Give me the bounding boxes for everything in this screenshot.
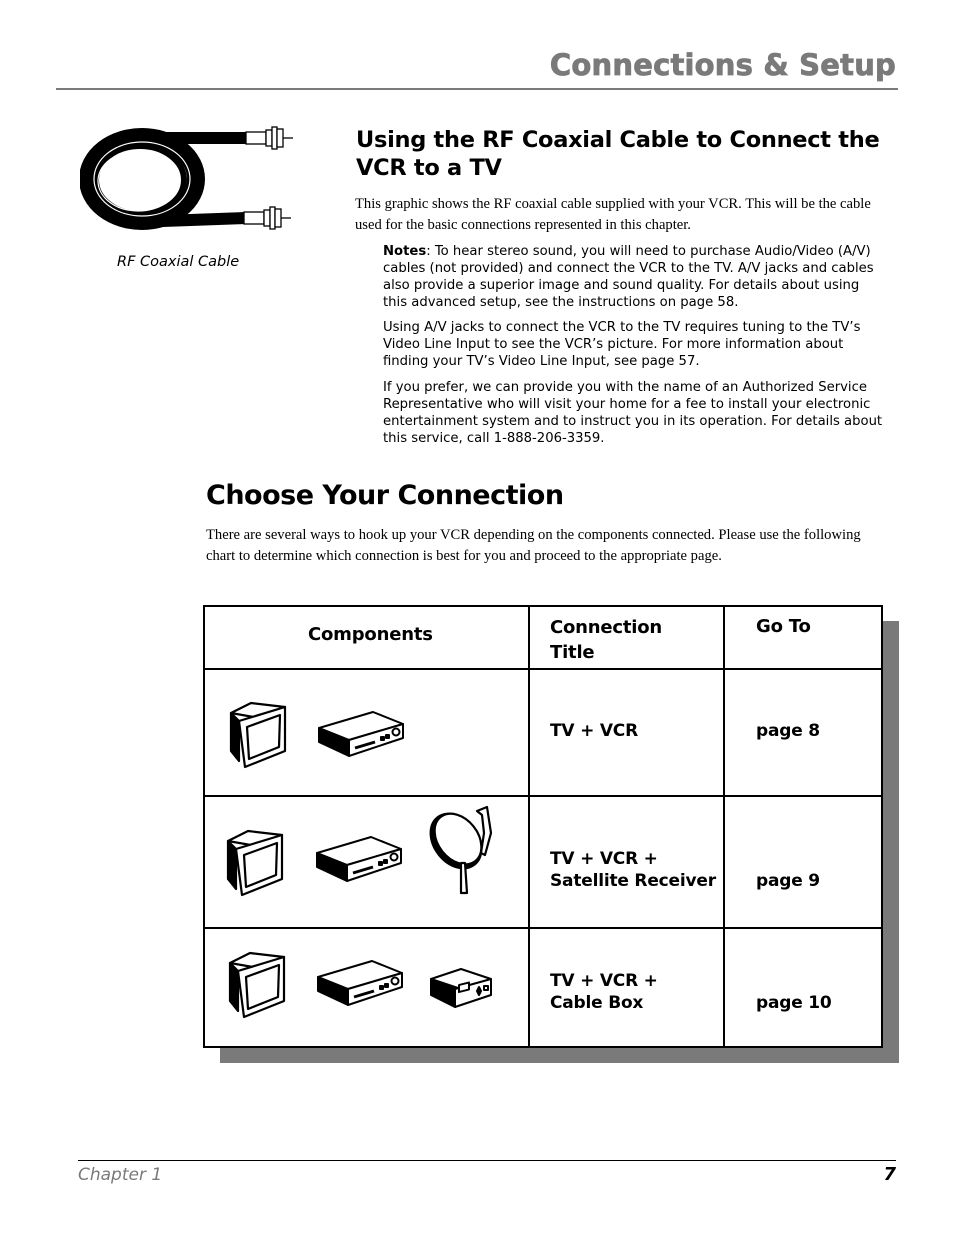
tv-icon [226, 829, 284, 897]
header-line: Title [550, 642, 595, 663]
vcr-icon [317, 960, 403, 1006]
note-video-line-input: Using A/V jacks to connect the VCR to th… [383, 320, 861, 369]
note-authorized-service: If you prefer, we can provide you with t… [383, 380, 883, 446]
vcr-icon [318, 711, 404, 757]
column-divider [723, 607, 725, 1046]
connection-title: TV + VCR + Satellite Receiver [550, 848, 716, 892]
cable-caption: RF Coaxial Cable [117, 254, 240, 270]
vcr-icon [316, 836, 402, 882]
coaxial-cable-icon [80, 126, 293, 230]
column-header-components: Components [308, 624, 433, 645]
column-header-go-to: Go To [756, 616, 811, 637]
section-heading-choose-connection: Choose Your Connection [206, 480, 564, 511]
choose-intro-paragraph: There are several ways to hook up your V… [206, 527, 861, 564]
header-row-divider [205, 668, 881, 670]
go-to-page-link[interactable]: page 10 [756, 992, 832, 1014]
header-line: Connection [550, 617, 663, 638]
title-line: TV + VCR + [550, 849, 658, 869]
title-line: Satellite Receiver [550, 871, 716, 891]
row-divider [205, 927, 881, 929]
satellite-dish-icon [429, 805, 493, 895]
notes-label: Notes [383, 244, 427, 259]
rf-intro-paragraph: This graphic shows the RF coaxial cable … [355, 196, 871, 233]
title-line: TV + VCR + [550, 971, 658, 991]
footer-divider [78, 1160, 896, 1161]
row-divider [205, 795, 881, 797]
tv-icon [229, 701, 287, 769]
connection-title: TV + VCR + Cable Box [550, 970, 658, 1014]
note-stereo-sound: Notes: To hear stereo sound, you will ne… [383, 243, 883, 311]
title-line: Cable Box [550, 993, 644, 1013]
footer-chapter-label: Chapter 1 [78, 1165, 163, 1185]
tv-icon [228, 951, 286, 1019]
section-heading-rf-coax: Using the RF Coaxial Cable to Connect th… [356, 127, 880, 181]
go-to-page-link[interactable]: page 9 [756, 870, 820, 892]
page-header-title: Connections & Setup [549, 48, 897, 83]
connection-table: Components Connection Title Go To TV + V… [203, 605, 883, 1048]
note-text: : To hear stereo sound, you will need to… [383, 244, 874, 310]
header-divider [56, 88, 898, 90]
column-divider [528, 607, 530, 1046]
cable-box-icon [430, 968, 492, 1008]
footer-page-number: 7 [883, 1164, 896, 1185]
go-to-page-link[interactable]: page 8 [756, 720, 820, 742]
column-header-connection-title: Connection Title [550, 615, 662, 665]
connection-title: TV + VCR [550, 721, 638, 741]
